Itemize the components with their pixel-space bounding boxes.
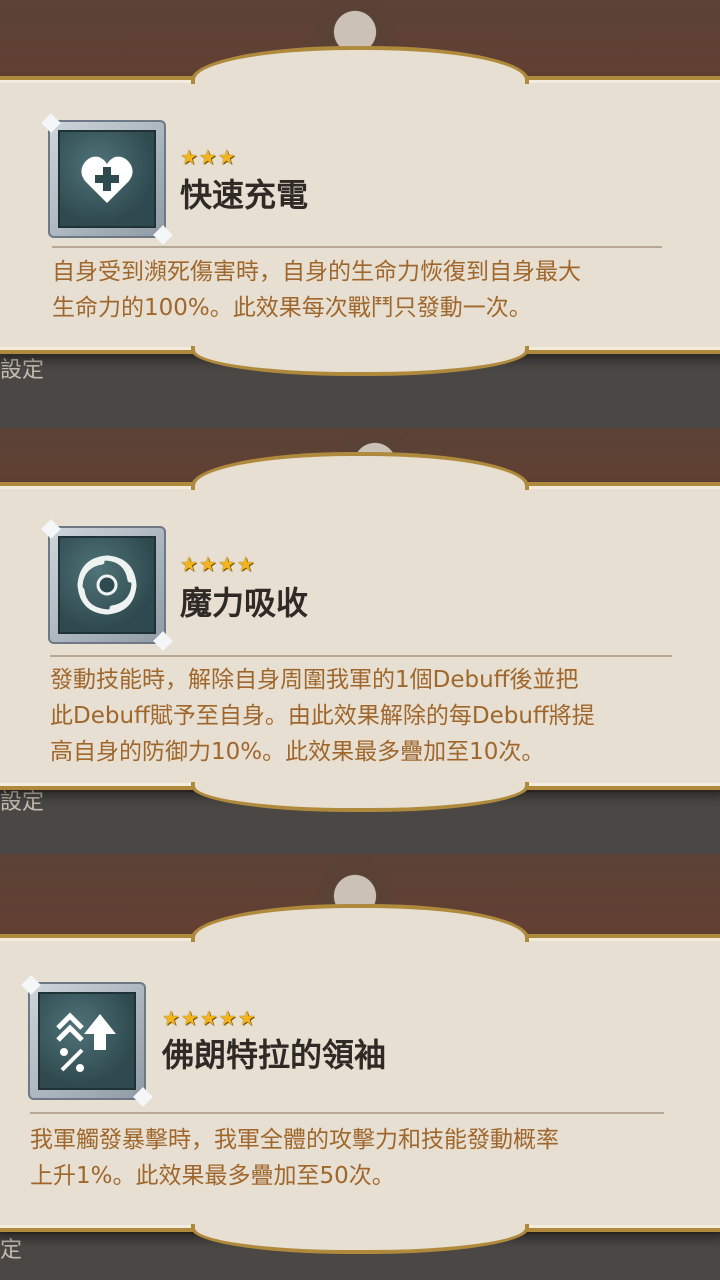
vortex-icon	[58, 536, 156, 634]
skill-name: 快速充電	[180, 176, 309, 214]
divider	[52, 246, 662, 248]
screenshot-strip-3: 定 ★★★★★ 佛朗特拉的領袖 我軍觸發暴擊時，我軍全體的攻擊力和技能發動概率 …	[0, 854, 720, 1280]
heart-plus-icon	[58, 130, 156, 228]
star-rating: ★★★★	[180, 552, 256, 576]
crit-up-icon	[38, 992, 136, 1090]
desc-line: 自身受到瀕死傷害時，自身的生命力恢復到自身最大	[52, 259, 581, 285]
divider	[30, 1112, 664, 1114]
desc-line: 發動技能時，解除自身周圍我軍的1個Debuff後並把	[50, 667, 579, 693]
divider	[50, 655, 672, 657]
skill-name: 佛朗特拉的領袖	[162, 1036, 387, 1074]
skill-icon-frame	[28, 982, 146, 1100]
skill-name: 魔力吸收	[180, 584, 309, 622]
star-rating: ★★★★★	[162, 1006, 257, 1030]
background-label: 定	[0, 1238, 23, 1263]
desc-line: 此Debuff賦予至自身。由此效果解除的每Debuff將提	[50, 703, 595, 729]
skill-description: 發動技能時，解除自身周圍我軍的1個Debuff後並把 此Debuff賦予至自身。…	[50, 662, 595, 770]
background-label: 設定	[0, 358, 45, 383]
screenshot-strip-1: 設定 ★★★ 快速充電 自身受到瀕死傷害時，自身的生命力恢復到自身最大 生命力的…	[0, 0, 720, 428]
screenshot-strip-2: 設定 ★★★★ 魔力吸收 發動技能時，解除自身周圍我軍的1個Debuff後並把 …	[0, 428, 720, 854]
desc-line: 上升1%。此效果最多疊加至50次。	[30, 1163, 395, 1189]
desc-line: 生命力的100%。此效果每次戰鬥只發動一次。	[52, 295, 532, 321]
skill-icon-frame	[48, 526, 166, 644]
skill-description: 自身受到瀕死傷害時，自身的生命力恢復到自身最大 生命力的100%。此效果每次戰鬥…	[52, 254, 581, 326]
skill-description: 我軍觸發暴擊時，我軍全體的攻擊力和技能發動概率 上升1%。此效果最多疊加至50次…	[30, 1122, 559, 1194]
star-rating: ★★★	[180, 145, 237, 169]
desc-line: 我軍觸發暴擊時，我軍全體的攻擊力和技能發動概率	[30, 1127, 559, 1153]
desc-line: 高自身的防御力10%。此效果最多疊加至10次。	[50, 739, 545, 765]
skill-icon-frame	[48, 120, 166, 238]
